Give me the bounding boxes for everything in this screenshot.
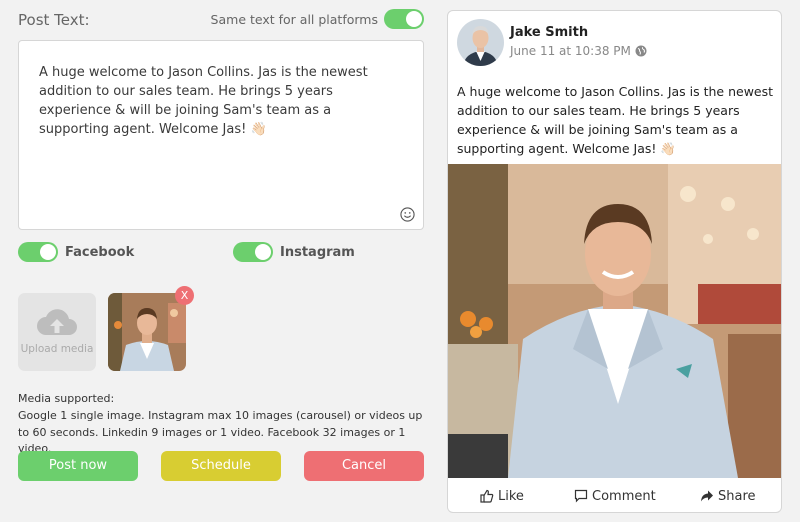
instagram-toggle[interactable] (233, 242, 273, 262)
remove-media-button[interactable]: X (175, 286, 194, 305)
toggle-knob (40, 244, 56, 260)
facebook-label: Facebook (65, 244, 135, 260)
like-button[interactable]: Like (480, 478, 524, 512)
facebook-preview-card: Jake Smith June 11 at 10:38 PM A huge we… (447, 10, 782, 513)
same-text-setting: Same text for all platforms (211, 9, 424, 29)
same-text-label: Same text for all platforms (210, 11, 378, 27)
media-supported-title: Media supported: (18, 392, 115, 405)
thumbs-up-icon (480, 489, 494, 503)
post-text-input[interactable]: A huge welcome to Jason Collins. Jas is … (18, 40, 424, 230)
instagram-label: Instagram (280, 244, 355, 260)
comment-icon (574, 489, 588, 503)
facebook-toggle[interactable] (18, 242, 58, 262)
post-photo (448, 164, 781, 478)
preview-post-text: A huge welcome to Jason Collins. Jas is … (457, 84, 774, 156)
comment-label: Comment (592, 488, 656, 504)
post-text-content: A huge welcome to Jason Collins. Jas is … (39, 65, 368, 137)
post-text-label: Post Text: (18, 11, 90, 29)
share-label: Share (718, 488, 756, 504)
upload-media-button[interactable]: Upload media (18, 293, 96, 371)
media-thumbnail[interactable] (108, 293, 186, 371)
globe-icon (635, 45, 647, 57)
post-now-button[interactable]: Post now (18, 451, 138, 481)
upload-media-label: Upload media (20, 343, 94, 355)
same-text-toggle[interactable] (384, 9, 424, 29)
share-icon (701, 490, 713, 502)
post-timestamp: June 11 at 10:38 PM (510, 44, 647, 58)
toggle-knob (406, 11, 422, 27)
timestamp-text: June 11 at 10:38 PM (510, 44, 631, 58)
platform-instagram: Instagram (233, 242, 355, 262)
platform-facebook: Facebook (18, 242, 134, 262)
comment-button[interactable]: Comment (574, 478, 656, 512)
toggle-knob (255, 244, 271, 260)
platform-toggles: Facebook Instagram (18, 242, 424, 264)
avatar-photo (457, 19, 504, 66)
cancel-button[interactable]: Cancel (304, 451, 424, 481)
share-button[interactable]: Share (700, 478, 756, 512)
cloud-upload-icon (37, 309, 77, 335)
preview-actions: Like Comment Share (448, 478, 781, 512)
thumbnail-photo (108, 293, 186, 371)
author-name[interactable]: Jake Smith (510, 25, 588, 40)
avatar (457, 19, 504, 66)
like-label: Like (498, 488, 524, 504)
schedule-button[interactable]: Schedule (161, 451, 281, 481)
smiley-icon[interactable] (400, 207, 415, 222)
preview-photo[interactable] (448, 164, 781, 478)
